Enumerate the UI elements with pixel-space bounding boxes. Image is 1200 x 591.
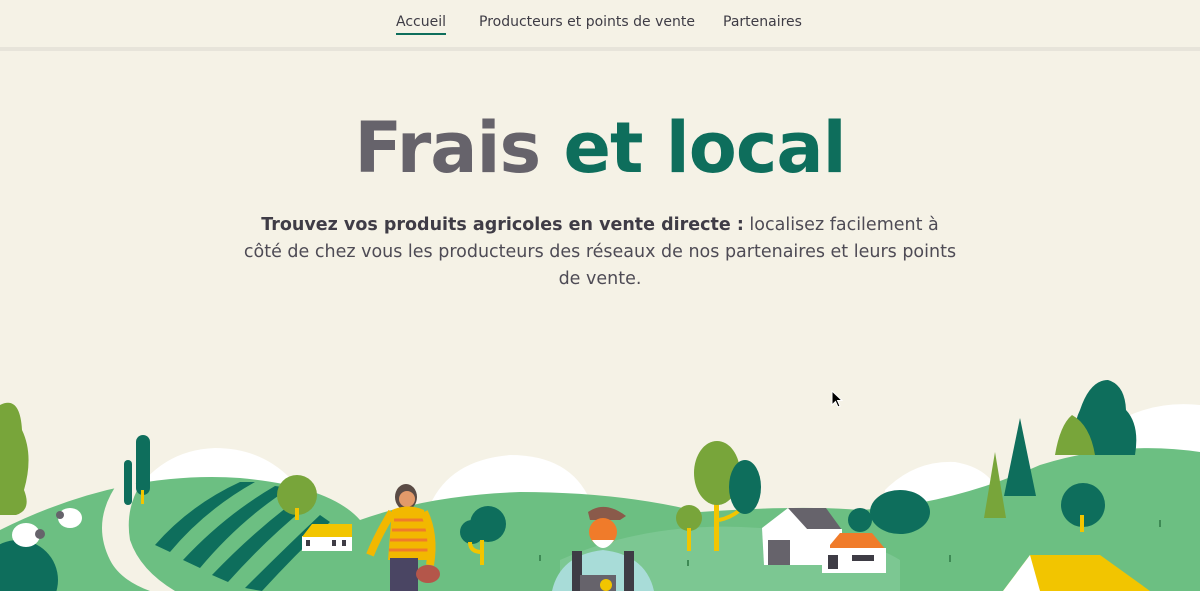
mouse-pointer-icon: [831, 390, 843, 408]
page: Accueil Producteurs et points de vente P…: [0, 0, 1200, 591]
countryside-illustration: [0, 380, 1200, 591]
